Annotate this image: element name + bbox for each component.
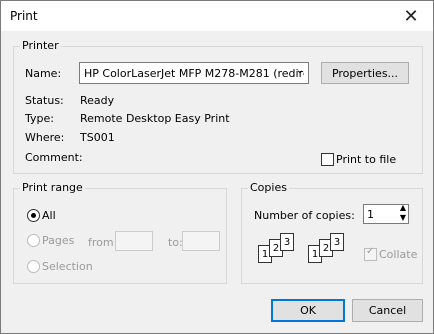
properties-button[interactable]: Properties... xyxy=(321,62,409,84)
from-label: from: xyxy=(88,236,118,249)
print-to-file-label[interactable]: Print to file xyxy=(336,153,396,166)
print-range-legend: Print range xyxy=(20,181,85,194)
where-value: TS001 xyxy=(80,131,115,144)
status-value: Ready xyxy=(80,94,115,107)
pages-label[interactable]: Pages xyxy=(42,234,74,247)
type-value: Remote Desktop Easy Print xyxy=(80,112,230,125)
printer-select-value: HP ColorLaserJet MFP M278-M281 (redirec xyxy=(84,67,304,80)
copies-legend: Copies xyxy=(248,181,289,194)
collate-icon-set-1: 1 2 3 xyxy=(258,233,302,269)
copies-stepper[interactable]: 1 ▲ ▼ xyxy=(363,203,409,224)
radio-selection[interactable] xyxy=(27,260,40,273)
title-bar: Print ✕ xyxy=(1,1,433,31)
collate-label[interactable]: Collate xyxy=(379,248,417,261)
printer-group: Printer Name: HP ColorLaserJet MFP M278-… xyxy=(13,39,423,174)
comment-label: Comment: xyxy=(25,151,83,164)
page-icon: 3 xyxy=(280,233,294,251)
cancel-button[interactable]: Cancel xyxy=(352,299,423,322)
name-label: Name: xyxy=(25,67,62,80)
from-input[interactable] xyxy=(115,231,153,251)
printer-legend: Printer xyxy=(20,39,61,52)
print-dialog: Print ✕ Printer Name: HP ColorLaserJet M… xyxy=(0,0,434,334)
ok-button[interactable]: OK xyxy=(271,299,345,322)
copies-group: Copies Number of copies: 1 ▲ ▼ 1 2 3 1 2… xyxy=(241,181,423,284)
print-to-file-checkbox[interactable] xyxy=(321,153,334,166)
type-label: Type: xyxy=(25,112,54,125)
to-label: to: xyxy=(168,236,183,249)
radio-selected-dot xyxy=(31,213,36,218)
chevron-down-icon: ⌄ xyxy=(295,65,304,76)
dialog-title: Print xyxy=(10,9,38,23)
print-range-group: Print range All Pages from: to: Selectio… xyxy=(13,181,227,284)
collate-icon-set-2: 1 2 3 xyxy=(308,233,352,269)
where-label: Where: xyxy=(25,131,65,144)
page-icon: 3 xyxy=(330,233,344,251)
check-icon: ✓ xyxy=(366,246,375,257)
close-icon[interactable]: ✕ xyxy=(389,1,433,31)
number-of-copies-label: Number of copies: xyxy=(254,209,355,222)
stepper-up-icon[interactable]: ▲ xyxy=(400,203,406,212)
copies-value: 1 xyxy=(367,208,374,221)
all-label[interactable]: All xyxy=(42,209,56,222)
collate-checkbox[interactable]: ✓ xyxy=(364,246,377,261)
status-label: Status: xyxy=(25,94,64,107)
radio-all[interactable] xyxy=(27,209,40,222)
radio-pages[interactable] xyxy=(27,234,40,247)
printer-select[interactable]: HP ColorLaserJet MFP M278-M281 (redirec … xyxy=(79,62,309,84)
selection-label[interactable]: Selection xyxy=(42,260,93,273)
stepper-down-icon[interactable]: ▼ xyxy=(400,213,406,222)
to-input[interactable] xyxy=(182,231,220,251)
